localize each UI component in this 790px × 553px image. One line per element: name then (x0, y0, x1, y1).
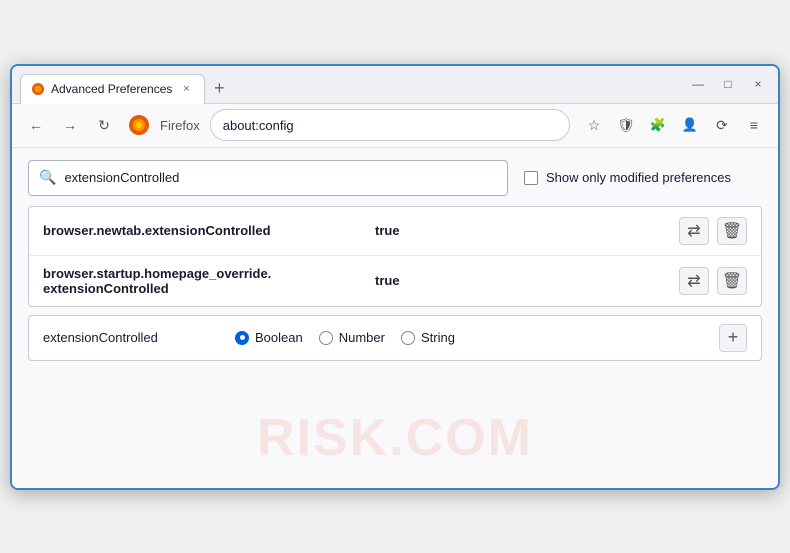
puzzle-icon: 🧩 (650, 117, 666, 133)
toolbar-icons: ☆ 🛡 🧩 👤 ⟳ ≡ (580, 111, 768, 139)
radio-number[interactable]: Number (319, 330, 385, 345)
url-text: about:config (223, 118, 557, 133)
forward-icon: → (63, 117, 77, 133)
forward-button[interactable]: → (56, 111, 84, 139)
browser-name-label: Firefox (160, 118, 200, 133)
active-tab[interactable]: Advanced Preferences × (20, 74, 205, 104)
search-icon: 🔍 (39, 169, 56, 186)
delete-button-2[interactable]: 🗑 (717, 267, 747, 295)
profile-button[interactable]: 👤 (676, 111, 704, 139)
address-bar[interactable]: about:config (210, 109, 570, 141)
pref-value-2: true (375, 273, 667, 288)
reload-icon: ↻ (98, 117, 110, 134)
pref-name-2: browser.startup.homepage_override. exten… (43, 266, 363, 296)
new-tab-button[interactable]: + (205, 75, 233, 103)
shield-button[interactable]: 🛡 (612, 111, 640, 139)
pref-value-1: true (375, 223, 667, 238)
minimize-button[interactable]: — (686, 72, 710, 96)
window-controls: — □ × (686, 72, 770, 96)
firefox-logo (128, 114, 150, 136)
new-pref-name: extensionControlled (43, 330, 223, 345)
browser-window: Advanced Preferences × + — □ × ← → ↻ (10, 64, 780, 490)
shield-icon: 🛡 (617, 117, 635, 134)
title-bar: Advanced Preferences × + — □ × (12, 66, 778, 104)
back-button[interactable]: ← (22, 111, 50, 139)
trash-icon: 🗑 (722, 271, 742, 291)
tab-favicon (31, 82, 45, 96)
reset-button-1[interactable]: ⇄ (679, 217, 709, 245)
sync-icon: ⟳ (716, 117, 728, 134)
hamburger-icon: ≡ (750, 117, 758, 133)
search-row: 🔍 extensionControlled Show only modified… (28, 160, 762, 196)
tab-close-button[interactable]: × (178, 81, 194, 97)
radio-boolean-label: Boolean (255, 330, 303, 345)
radio-string-circle[interactable] (401, 331, 415, 345)
radio-string-label: String (421, 330, 455, 345)
menu-button[interactable]: ≡ (740, 111, 768, 139)
search-input[interactable]: extensionControlled (64, 170, 497, 185)
results-table: browser.newtab.extensionControlled true … (28, 206, 762, 307)
close-button[interactable]: × (746, 72, 770, 96)
watermark: RISK.COM (257, 408, 533, 468)
delete-button-1[interactable]: 🗑 (717, 217, 747, 245)
reset-icon: ⇄ (687, 221, 700, 241)
pref-name-2-line1: browser.startup.homepage_override. (43, 266, 363, 281)
nav-bar: ← → ↻ Firefox about:config ☆ 🛡 (12, 104, 778, 148)
profile-icon: 👤 (682, 117, 698, 133)
radio-string[interactable]: String (401, 330, 455, 345)
star-icon: ☆ (588, 117, 601, 134)
trash-icon: 🗑 (722, 221, 742, 241)
back-icon: ← (29, 117, 43, 133)
bookmark-button[interactable]: ☆ (580, 111, 608, 139)
plus-icon: + (728, 327, 739, 348)
reset-button-2[interactable]: ⇄ (679, 267, 709, 295)
pref-name-1: browser.newtab.extensionControlled (43, 223, 363, 238)
radio-number-circle[interactable] (319, 331, 333, 345)
pref-actions-2: ⇄ 🗑 (679, 267, 747, 295)
show-modified-checkbox[interactable] (524, 171, 538, 185)
type-radio-group: Boolean Number String (235, 330, 707, 345)
extension-button[interactable]: 🧩 (644, 111, 672, 139)
radio-boolean-circle[interactable] (235, 331, 249, 345)
main-content: RISK.COM 🔍 extensionControlled Show only… (12, 148, 778, 488)
reset-icon: ⇄ (687, 271, 700, 291)
table-row: browser.startup.homepage_override. exten… (29, 256, 761, 306)
pref-actions-1: ⇄ 🗑 (679, 217, 747, 245)
show-modified-area: Show only modified preferences (524, 170, 731, 185)
tab-title: Advanced Preferences (51, 82, 172, 96)
maximize-button[interactable]: □ (716, 72, 740, 96)
table-row: browser.newtab.extensionControlled true … (29, 207, 761, 256)
new-preference-row: extensionControlled Boolean Number Strin… (28, 315, 762, 361)
radio-number-label: Number (339, 330, 385, 345)
sync-button[interactable]: ⟳ (708, 111, 736, 139)
pref-name-2-line2: extensionControlled (43, 281, 363, 296)
radio-boolean[interactable]: Boolean (235, 330, 303, 345)
reload-button[interactable]: ↻ (90, 111, 118, 139)
tab-area: Advanced Preferences × + (20, 66, 674, 103)
show-modified-label: Show only modified preferences (546, 170, 731, 185)
add-preference-button[interactable]: + (719, 324, 747, 352)
search-box[interactable]: 🔍 extensionControlled (28, 160, 508, 196)
